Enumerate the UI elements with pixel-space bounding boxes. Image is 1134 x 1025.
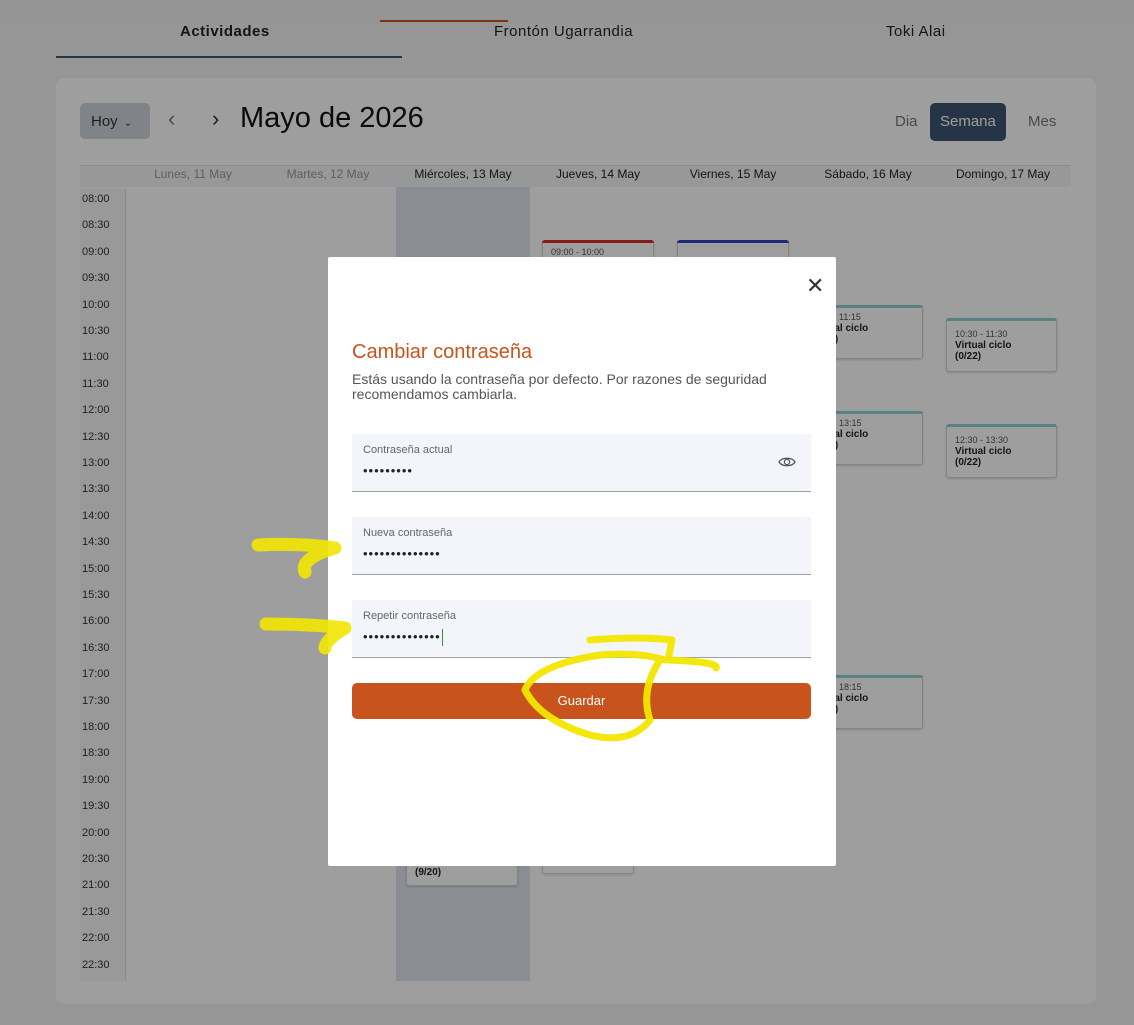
new-password-label: Nueva contraseña xyxy=(363,527,453,539)
current-password-field[interactable]: Contraseña actual ••••••••• xyxy=(352,434,811,492)
repeat-password-value-wrap: •••••••••••••• xyxy=(363,629,443,647)
page: Actividades Frontón Ugarrandia Toki Alai… xyxy=(0,0,1134,1025)
save-button[interactable]: Guardar xyxy=(352,683,811,719)
new-password-field[interactable]: Nueva contraseña •••••••••••••• xyxy=(352,517,811,575)
eye-icon[interactable] xyxy=(777,452,797,472)
dialog-description: Estás usando la contraseña por defecto. … xyxy=(352,371,767,402)
current-password-value: ••••••••• xyxy=(363,463,413,478)
close-icon[interactable]: ✕ xyxy=(806,273,824,299)
dialog-title: Cambiar contraseña xyxy=(352,341,533,363)
change-password-dialog: ✕ Cambiar contraseña Estás usando la con… xyxy=(328,257,836,866)
new-password-value: •••••••••••••• xyxy=(363,546,441,561)
repeat-password-field[interactable]: Repetir contraseña •••••••••••••• xyxy=(352,600,811,658)
repeat-password-label: Repetir contraseña xyxy=(363,610,456,622)
current-password-label: Contraseña actual xyxy=(363,444,453,456)
repeat-password-value: •••••••••••••• xyxy=(363,629,441,644)
text-caret xyxy=(441,629,443,647)
